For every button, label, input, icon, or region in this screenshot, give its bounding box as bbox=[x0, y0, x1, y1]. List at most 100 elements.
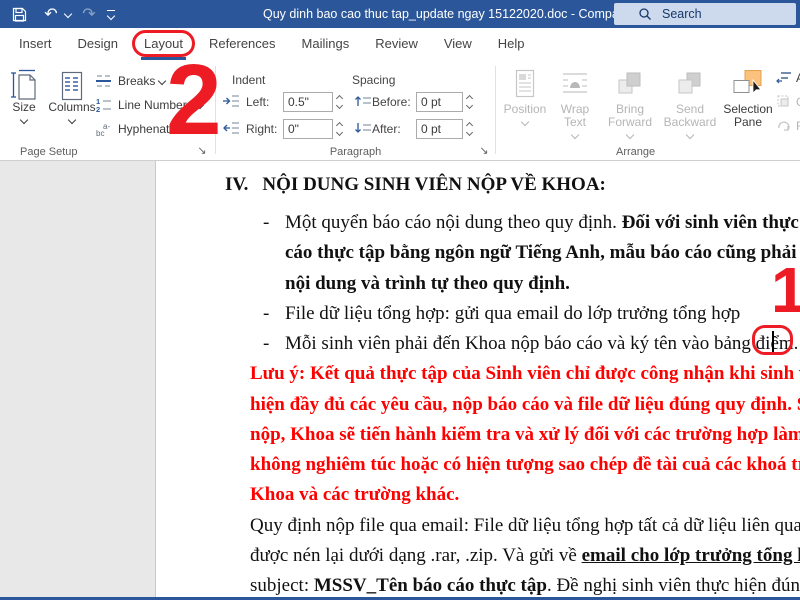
bring-forward-icon bbox=[602, 65, 658, 103]
wrap-text-label: Wrap Text bbox=[550, 103, 600, 129]
group-arrange: Position Wrap Text Bring Forward bbox=[496, 62, 800, 161]
tab-label: Design bbox=[78, 36, 118, 51]
indent-right-input[interactable]: 0" bbox=[283, 119, 333, 139]
tab-design[interactable]: Design bbox=[65, 28, 131, 62]
svg-text:2: 2 bbox=[96, 105, 100, 113]
undo-dropdown-button[interactable] bbox=[62, 0, 74, 28]
redo-button[interactable]: ↷ bbox=[76, 0, 102, 28]
send-backward-button[interactable]: Send Backward bbox=[660, 65, 720, 138]
line-numbers-label: Line Numbers bbox=[118, 98, 193, 112]
document-page[interactable] bbox=[155, 161, 800, 597]
breaks-icon bbox=[94, 74, 114, 88]
chevron-down-icon bbox=[20, 116, 28, 124]
page-setup-dialog-launcher[interactable]: ↘ bbox=[195, 145, 209, 159]
paragraph-group-label: Paragraph bbox=[216, 146, 495, 158]
tab-help[interactable]: Help bbox=[485, 28, 538, 62]
indent-right-stepper[interactable] bbox=[333, 119, 345, 139]
undo-button[interactable]: ↶ bbox=[38, 0, 64, 28]
spacing-header: Spacing bbox=[352, 70, 395, 90]
bring-forward-button[interactable]: Bring Forward bbox=[602, 65, 658, 138]
spacing-after-icon bbox=[354, 121, 372, 138]
spacing-before-icon bbox=[354, 94, 372, 111]
chevron-down-icon bbox=[333, 129, 345, 139]
wrap-text-icon bbox=[550, 65, 600, 103]
columns-label: Columns bbox=[46, 101, 98, 114]
tab-layout[interactable]: Layout bbox=[131, 28, 196, 62]
spacing-after-stepper[interactable] bbox=[463, 119, 475, 139]
indent-header: Indent bbox=[232, 70, 265, 90]
overline-chevron-icon bbox=[107, 10, 115, 11]
redo-icon: ↷ bbox=[82, 4, 95, 24]
tab-mailings[interactable]: Mailings bbox=[289, 28, 363, 62]
ribbon-tab-bar: Insert Design Layout References Mailings Revi… bbox=[0, 28, 800, 62]
search-icon bbox=[638, 7, 652, 21]
indent-left-stepper[interactable] bbox=[333, 92, 345, 112]
tab-label: References bbox=[209, 36, 275, 51]
ribbon: Size Columns bbox=[0, 62, 800, 161]
chevron-down-icon bbox=[188, 125, 196, 133]
indent-left-input[interactable]: 0.5" bbox=[283, 92, 333, 112]
line-numbers-button[interactable]: 1 2 Line Numbers bbox=[94, 94, 203, 116]
align-label-partial: A bbox=[796, 71, 800, 85]
rotate-button[interactable]: R bbox=[776, 114, 800, 138]
arrange-partial-column: A G R bbox=[776, 66, 800, 138]
position-button[interactable]: Position bbox=[502, 65, 548, 125]
selection-pane-label: Selection Pane bbox=[722, 103, 774, 129]
spacing-before-stepper[interactable] bbox=[463, 92, 475, 112]
chevron-down-icon bbox=[463, 102, 475, 112]
breaks-label: Breaks bbox=[118, 74, 155, 88]
hyphenation-icon: a- bc bbox=[94, 121, 114, 137]
customize-quick-access-toolbar-button[interactable] bbox=[102, 0, 120, 28]
hyphenation-button[interactable]: a- bc Hyphenation bbox=[94, 118, 195, 140]
tab-view[interactable]: View bbox=[431, 28, 485, 62]
align-icon bbox=[776, 70, 792, 87]
tab-label: Mailings bbox=[302, 36, 350, 51]
tab-insert[interactable]: Insert bbox=[6, 28, 65, 62]
document-canvas bbox=[0, 161, 800, 597]
indent-right-icon bbox=[222, 121, 240, 138]
columns-button[interactable]: Columns bbox=[46, 65, 98, 123]
line-numbers-icon: 1 2 bbox=[94, 97, 114, 113]
active-tab-underline bbox=[141, 57, 186, 60]
chevron-down-icon bbox=[571, 131, 579, 139]
wrap-text-button[interactable]: Wrap Text bbox=[550, 65, 600, 138]
tab-label: Insert bbox=[19, 36, 52, 51]
search-label: Search bbox=[662, 7, 702, 21]
save-button[interactable] bbox=[4, 0, 34, 28]
indent-left-label: Left: bbox=[246, 92, 269, 112]
send-backward-icon bbox=[660, 65, 720, 103]
columns-icon bbox=[46, 65, 98, 101]
selection-pane-icon bbox=[722, 65, 774, 103]
spacing-after-input[interactable]: 0 pt bbox=[416, 119, 463, 139]
selection-pane-button[interactable]: Selection Pane bbox=[722, 65, 774, 129]
spacing-before-input[interactable]: 0 pt bbox=[416, 92, 463, 112]
tab-references[interactable]: References bbox=[196, 28, 288, 62]
group-button[interactable]: G bbox=[776, 90, 800, 114]
paragraph-dialog-launcher[interactable]: ↘ bbox=[477, 145, 491, 159]
align-button[interactable]: A bbox=[776, 66, 800, 90]
group-page-setup: Size Columns bbox=[0, 62, 215, 161]
group-objects-icon bbox=[776, 94, 792, 111]
send-backward-label: Send Backward bbox=[660, 103, 720, 129]
tab-label: Layout bbox=[144, 36, 183, 51]
chevron-down-icon bbox=[521, 118, 529, 126]
save-icon bbox=[12, 7, 27, 22]
breaks-button[interactable]: Breaks bbox=[94, 70, 165, 92]
tab-review[interactable]: Review bbox=[362, 28, 431, 62]
chevron-down-icon bbox=[333, 102, 345, 112]
chevron-down-icon bbox=[158, 77, 166, 85]
indent-left-icon bbox=[222, 94, 240, 111]
search-box[interactable]: Search bbox=[614, 3, 796, 25]
bring-forward-label: Bring Forward bbox=[602, 103, 658, 129]
undo-icon: ↶ bbox=[44, 4, 57, 24]
spacing-before-label: Before: bbox=[372, 92, 411, 112]
group-paragraph: Indent Spacing Left: 0.5" Right: 0" bbox=[216, 62, 495, 161]
tab-label: Review bbox=[375, 36, 418, 51]
tab-label: Help bbox=[498, 36, 525, 51]
chevron-down-icon bbox=[68, 116, 76, 124]
group-label-partial: G bbox=[796, 95, 800, 109]
indent-right-label: Right: bbox=[246, 119, 277, 139]
chevron-down-icon bbox=[686, 131, 694, 139]
size-button[interactable]: Size bbox=[4, 65, 44, 123]
page-setup-group-label: Page Setup bbox=[20, 146, 78, 158]
